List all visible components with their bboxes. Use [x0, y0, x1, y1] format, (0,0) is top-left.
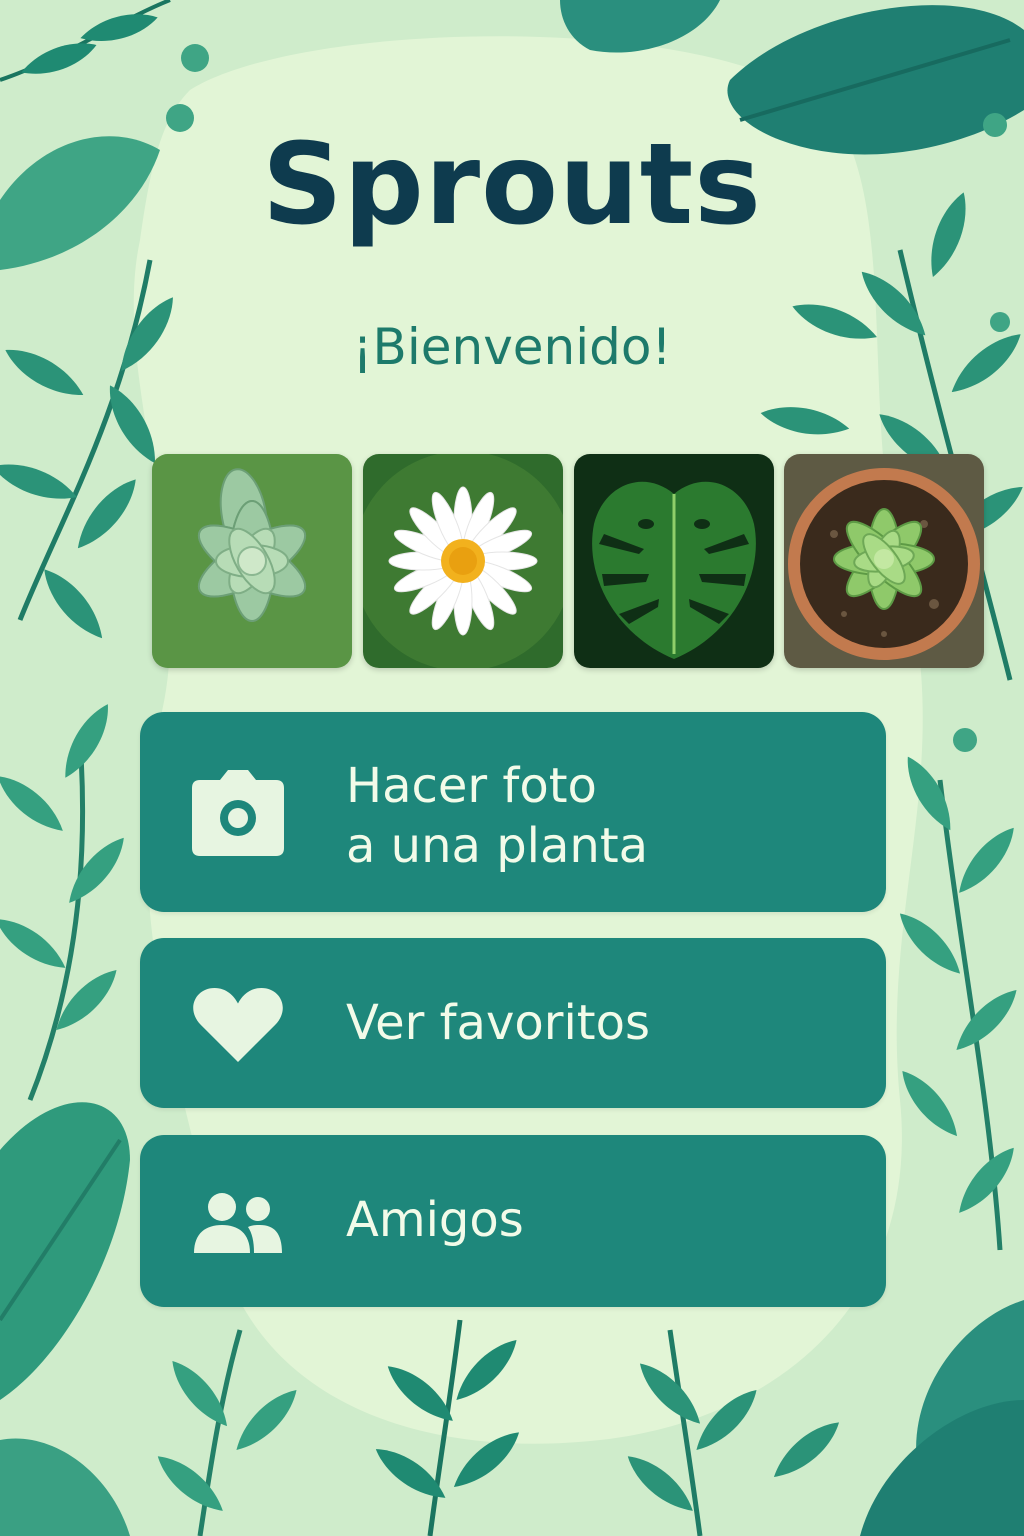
- take-photo-button[interactable]: Hacer foto a una planta: [140, 712, 886, 912]
- daisy-photo[interactable]: [363, 454, 563, 668]
- friends-label: Amigos: [346, 1192, 524, 1248]
- welcome-text: ¡Bienvenido!: [352, 318, 672, 376]
- favorites-label: Ver favoritos: [346, 995, 650, 1051]
- take-photo-label: Hacer foto a una planta: [346, 758, 649, 874]
- home-screen: Sprouts ¡Bienvenido! Hacer foto a una pl…: [0, 0, 1024, 1536]
- succulent-photo[interactable]: [152, 454, 352, 668]
- camera-icon: [192, 770, 284, 856]
- potted-succulent-photo[interactable]: [784, 454, 984, 668]
- people-icon: [194, 1193, 282, 1253]
- friends-button[interactable]: Amigos: [140, 1135, 886, 1307]
- monstera-leaf-photo[interactable]: [574, 454, 774, 668]
- heart-icon: [193, 987, 283, 1063]
- app-title: Sprouts: [262, 120, 762, 250]
- favorites-button[interactable]: Ver favoritos: [140, 938, 886, 1108]
